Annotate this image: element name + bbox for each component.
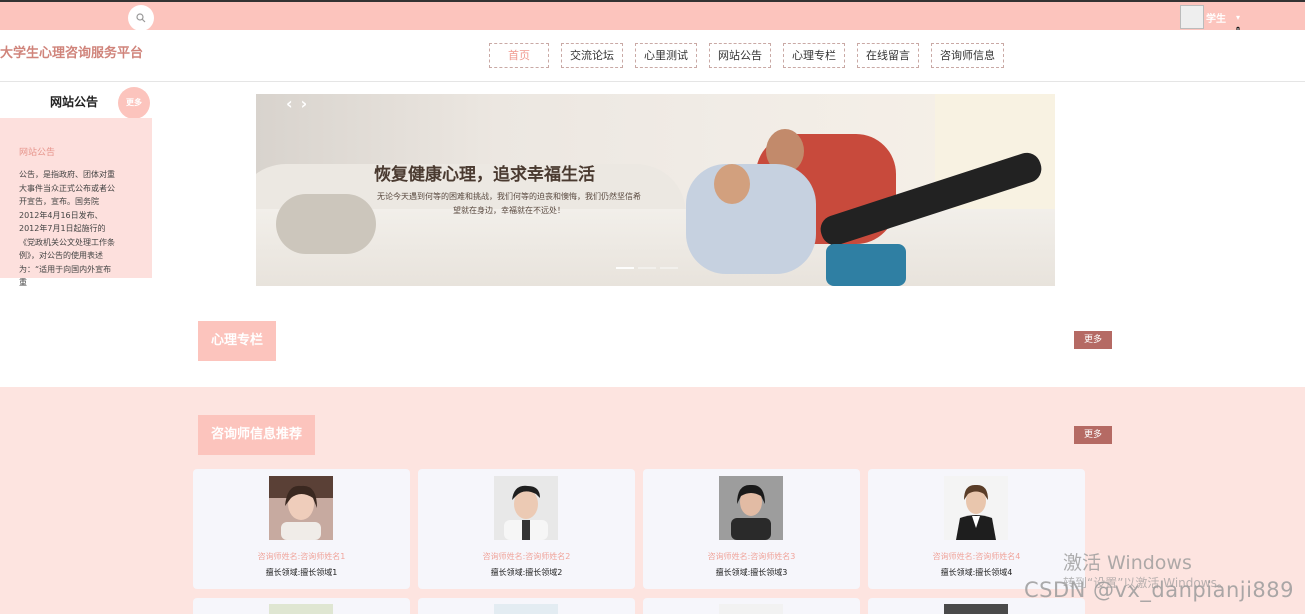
- notice-panel: 网站公告 更多 网站公告 公告，是指政府、团体对重大事件当众正式公布或者公开宣告…: [0, 86, 152, 287]
- carousel-dot[interactable]: [660, 267, 678, 269]
- chevron-left-icon[interactable]: ‹: [286, 94, 293, 113]
- counselors-more-button[interactable]: 更多: [1074, 426, 1112, 444]
- top-bar: 学生 ▾: [0, 0, 1305, 31]
- counselor-card[interactable]: 咨询师姓名:咨询师姓名3 擅长领域:擅长领域3: [643, 469, 860, 589]
- banner-arrows: ‹ ›: [286, 94, 307, 113]
- nav-messages[interactable]: 在线留言: [857, 43, 919, 68]
- banner-blanket: [826, 244, 906, 286]
- counselor-name: 咨询师姓名:咨询师姓名4: [932, 552, 1021, 561]
- banner-pillow: [276, 194, 376, 254]
- banner-subtext: 无论今天遇到何等的困难和挑战，我们何等的迫丧和懊悔，我们仍然坚信希望就在身边，幸…: [377, 192, 641, 215]
- counselor-field: 擅长领域:擅长领域2: [490, 568, 563, 577]
- counselor-field: 擅长领域:擅长领域3: [715, 568, 788, 577]
- counselor-photo[interactable]: [269, 476, 333, 540]
- counselor-name: 咨询师姓名:咨询师姓名1: [257, 552, 346, 561]
- chevron-down-icon[interactable]: ▾: [1236, 13, 1240, 22]
- user-menu[interactable]: 学生 ▾: [1180, 5, 1240, 29]
- notice-title: 网站公告: [50, 95, 99, 109]
- section-title-counselors: 咨询师信息推荐: [198, 415, 316, 455]
- carousel-dot[interactable]: [638, 267, 656, 269]
- chevron-right-icon[interactable]: ›: [301, 94, 308, 113]
- counselor-card[interactable]: [643, 598, 860, 614]
- counselor-photo[interactable]: [494, 604, 558, 614]
- banner-woman: [686, 164, 816, 274]
- nav-home[interactable]: 首页: [489, 43, 549, 68]
- site-header: 大学生心理咨询服务平台 首页 交流论坛 心里测试 网站公告 心理专栏 在线留言 …: [0, 30, 1305, 82]
- banner-woman-head: [714, 164, 750, 204]
- notice-header: 网站公告 更多: [0, 86, 152, 119]
- counselor-card[interactable]: 咨询师姓名:咨询师姓名1 擅长领域:擅长领域1: [193, 469, 410, 589]
- counselor-card[interactable]: [193, 598, 410, 614]
- site-title[interactable]: 大学生心理咨询服务平台: [0, 42, 143, 61]
- carousel-dot[interactable]: [616, 267, 634, 269]
- notice-body: 网站公告 公告，是指政府、团体对重大事件当众正式公布或者公开宣告，宣布。国务院2…: [0, 118, 152, 287]
- psych-column-more-button[interactable]: 更多: [1074, 331, 1112, 349]
- windows-activation-title: 激活 Windows: [1063, 552, 1192, 574]
- notice-more-button[interactable]: 更多: [118, 87, 150, 119]
- nav-announcements[interactable]: 网站公告: [709, 43, 771, 68]
- nav-psych-test[interactable]: 心里测试: [635, 43, 697, 68]
- counselor-field: 擅长领域:擅长领域1: [265, 568, 338, 577]
- notice-item-title[interactable]: 网站公告: [19, 145, 55, 158]
- counselor-photo[interactable]: [944, 604, 1008, 614]
- counselor-photo[interactable]: [494, 476, 558, 540]
- notice-item-text: 公告，是指政府、团体对重大事件当众正式公布或者公开宣告，宣布。国务院2012年4…: [19, 170, 115, 287]
- counselor-photo[interactable]: [719, 604, 783, 614]
- search-button[interactable]: [128, 5, 154, 31]
- counselor-name: 咨询师姓名:咨询师姓名3: [707, 552, 796, 561]
- main-nav: 首页 交流论坛 心里测试 网站公告 心理专栏 在线留言 咨询师信息: [489, 43, 1004, 68]
- carousel-dots: [616, 267, 678, 269]
- csdn-watermark: CSDN @vx_danpianji889: [1024, 578, 1295, 602]
- counselor-photo[interactable]: [944, 476, 1008, 540]
- nav-forum[interactable]: 交流论坛: [561, 43, 623, 68]
- counselor-card[interactable]: 咨询师姓名:咨询师姓名2 擅长领域:擅长领域2: [418, 469, 635, 589]
- counselor-name: 咨询师姓名:咨询师姓名2: [482, 552, 571, 561]
- counselor-photo[interactable]: [719, 476, 783, 540]
- avatar[interactable]: [1180, 5, 1204, 29]
- section-title-psych-column: 心理专栏: [198, 321, 277, 361]
- counselor-photo[interactable]: [269, 604, 333, 614]
- nav-counselors[interactable]: 咨询师信息: [931, 43, 1004, 68]
- counselor-card[interactable]: 咨询师姓名:咨询师姓名4 擅长领域:擅长领域4: [868, 469, 1085, 589]
- counselor-field: 擅长领域:擅长领域4: [940, 568, 1013, 577]
- banner-carousel[interactable]: 恢复健康心理，追求幸福生活 无论今天遇到何等的困难和挑战，我们何等的迫丧和懊悔，…: [256, 94, 1055, 286]
- nav-psych-column[interactable]: 心理专栏: [783, 43, 845, 68]
- user-name[interactable]: 学生: [1206, 10, 1226, 25]
- banner-heading: 恢复健康心理，追求幸福生活: [374, 165, 595, 185]
- search-icon: [136, 13, 146, 23]
- counselor-card[interactable]: [418, 598, 635, 614]
